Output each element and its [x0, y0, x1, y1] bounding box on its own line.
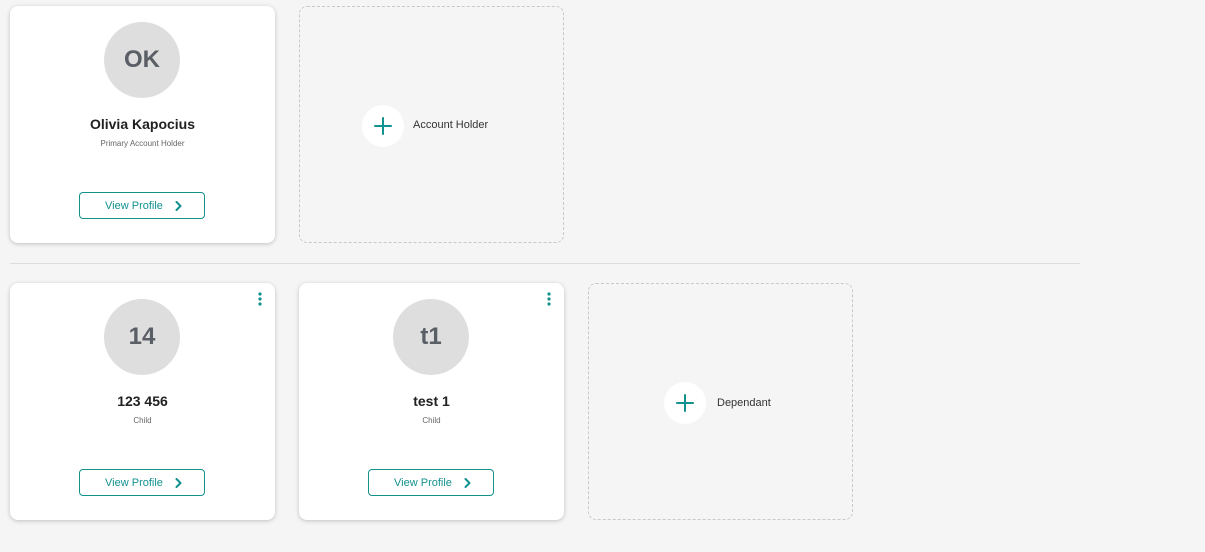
chevron-right-icon	[175, 200, 183, 211]
profile-name: Olivia Kapocius	[89, 116, 196, 132]
view-profile-label: View Profile	[394, 476, 452, 489]
more-options-icon[interactable]	[257, 291, 263, 307]
view-profile-label: View Profile	[105, 476, 163, 489]
profile-role: Child	[133, 416, 152, 425]
view-profile-button[interactable]: View Profile	[79, 469, 205, 496]
add-dependant-label: Dependant	[717, 397, 771, 409]
view-profile-label: View Profile	[105, 199, 163, 212]
avatar: 14	[104, 299, 180, 375]
account-holder-card: OK Olivia Kapocius Primary Account Holde…	[10, 6, 275, 243]
chevron-right-icon	[175, 477, 183, 488]
add-account-holder-card[interactable]: Account Holder	[299, 6, 564, 243]
add-dependant-card[interactable]: Dependant	[588, 283, 853, 520]
avatar: OK	[104, 22, 180, 98]
view-profile-button[interactable]: View Profile	[79, 192, 205, 219]
dependant-card: t1 test 1 Child View Profile	[299, 283, 564, 520]
plus-icon	[362, 105, 404, 147]
profiles-page: OK Olivia Kapocius Primary Account Holde…	[0, 0, 1205, 552]
chevron-right-icon	[464, 477, 472, 488]
plus-icon	[664, 382, 706, 424]
profile-name: test 1	[413, 393, 450, 409]
profile-role: Primary Account Holder	[100, 139, 185, 148]
add-account-holder-label: Account Holder	[413, 119, 489, 131]
dependant-card: 14 123 456 Child View Profile	[10, 283, 275, 520]
section-divider	[10, 263, 1080, 264]
more-options-icon[interactable]	[546, 291, 552, 307]
profile-name: 123 456	[117, 393, 168, 409]
avatar: t1	[393, 299, 469, 375]
profile-role: Child	[422, 416, 441, 425]
view-profile-button[interactable]: View Profile	[368, 469, 494, 496]
